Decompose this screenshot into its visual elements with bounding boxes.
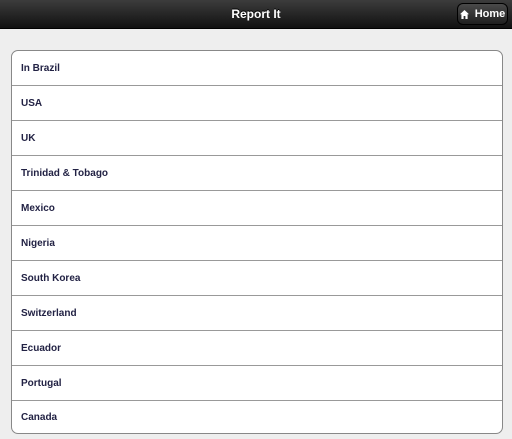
list-item-label: Nigeria [21,237,55,249]
list-item-label: Switzerland [21,307,77,319]
header-bar: Report It Home [0,0,512,29]
list-item-label: Ecuador [21,342,62,354]
list-item-switzerland[interactable]: Switzerland [12,296,502,331]
list-item-nigeria[interactable]: Nigeria [12,226,502,261]
home-button-label: Home [474,8,506,20]
home-button[interactable]: Home [457,3,508,25]
list-item-label: Portugal [21,377,62,389]
list-item-label: UK [21,132,36,144]
list-item-label: Mexico [21,202,55,214]
page-title: Report It [231,7,281,21]
list-item-south-korea[interactable]: South Korea [12,261,502,296]
list-item-label: Canada [21,411,58,423]
list-item-canada[interactable]: Canada [12,401,502,433]
list-item-label: Trinidad & Tobago [21,167,109,179]
list-item-label: In Brazil [21,62,60,74]
list-item-portugal[interactable]: Portugal [12,366,502,401]
country-list: In Brazil USA UK Trinidad & Tobago Mexic… [11,50,503,434]
list-item-label: USA [21,97,43,109]
list-item-usa[interactable]: USA [12,86,502,121]
list-item-trinidad-tobago[interactable]: Trinidad & Tobago [12,156,502,191]
list-item-ecuador[interactable]: Ecuador [12,331,502,366]
list-item-in-brazil[interactable]: In Brazil [12,51,502,86]
list-item-mexico[interactable]: Mexico [12,191,502,226]
home-icon [459,9,469,19]
list-item-uk[interactable]: UK [12,121,502,156]
list-item-label: South Korea [21,272,81,284]
